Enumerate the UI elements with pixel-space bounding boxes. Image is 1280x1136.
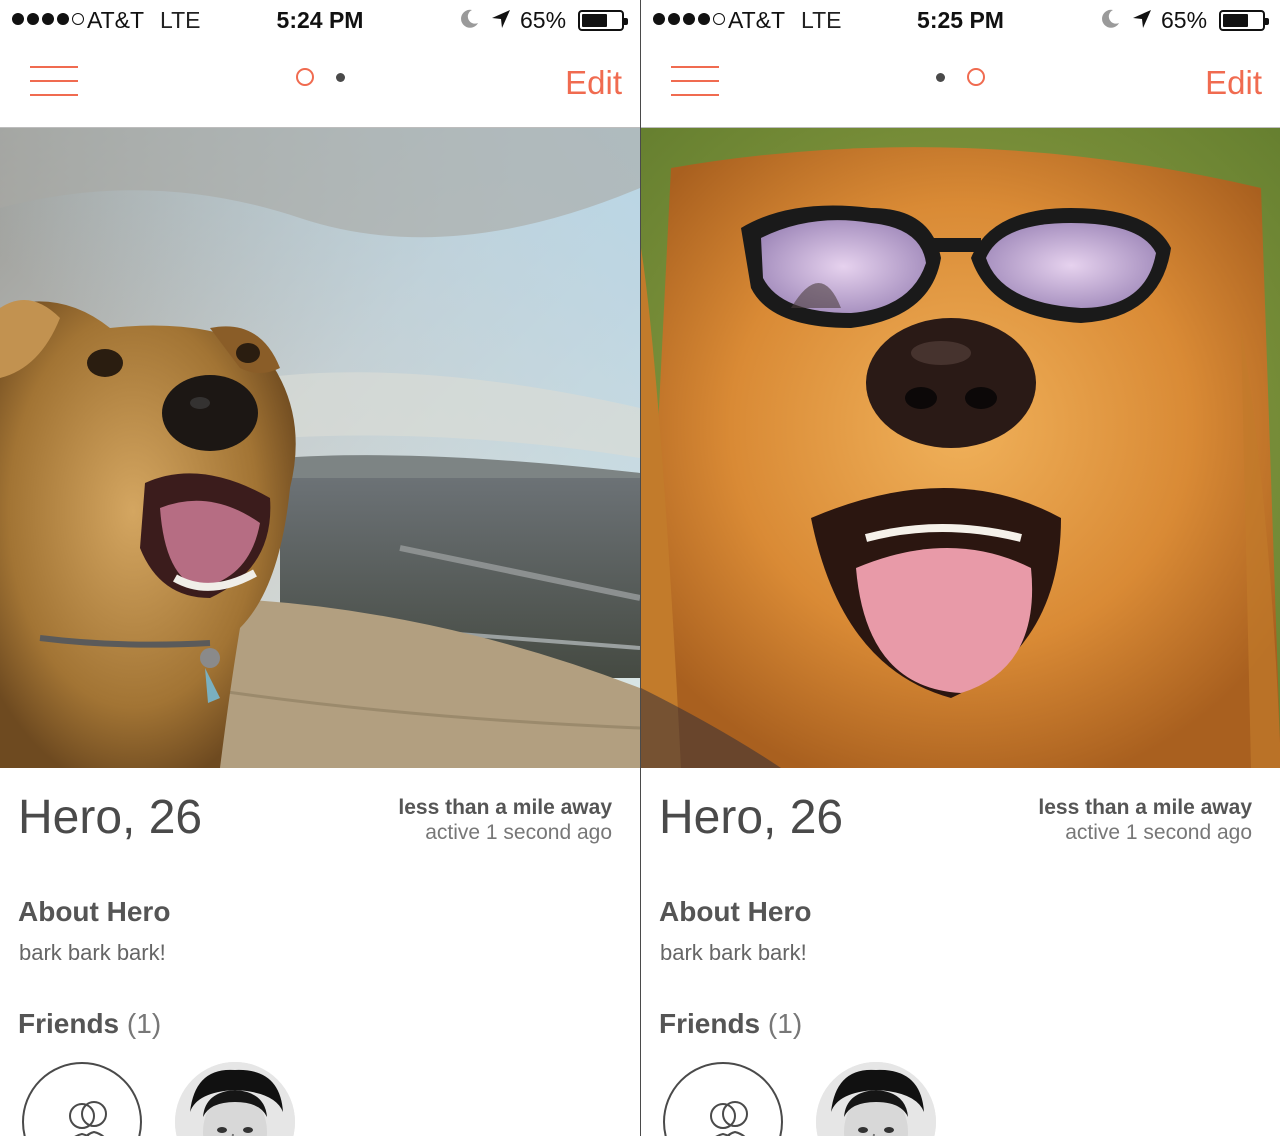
profile-name: Hero, — [659, 791, 777, 844]
friends-group-button[interactable] — [663, 1062, 783, 1136]
about-heading: About Hero — [18, 896, 171, 927]
battery-icon — [578, 10, 628, 31]
side-by-side-screenshots: AT&T LTE 5:24 PM 65% Edit Hero, 26 less … — [0, 0, 1280, 1136]
profile-screen-1: AT&T LTE 5:24 PM 65% Edit Hero, 26 less … — [0, 0, 640, 1136]
status-bar: AT&T LTE 5:25 PM 65% — [641, 0, 1280, 42]
profile-meta: less than a mile away active 1 second ag… — [398, 795, 612, 845]
about-text: bark bark bark! — [19, 940, 166, 965]
friends-count: (1) — [126, 1008, 162, 1039]
profile-age: 26 — [789, 791, 844, 844]
page-indicator-inactive — [335, 72, 345, 82]
about-heading: About Hero — [659, 896, 812, 927]
friends-count: (1) — [767, 1008, 803, 1039]
profile-photo[interactable] — [641, 128, 1280, 768]
battery-icon — [1219, 10, 1269, 31]
distance-label: less than a mile away — [398, 796, 612, 819]
do-not-disturb-moon-icon — [1102, 9, 1119, 28]
page-indicator-active — [295, 68, 314, 86]
friend-face-photo — [175, 1062, 295, 1136]
dog-with-sunglasses-photo — [641, 128, 1280, 768]
do-not-disturb-moon-icon — [461, 9, 478, 28]
friend-avatar[interactable] — [175, 1062, 295, 1136]
nav-bar: Edit — [0, 42, 640, 128]
friend-avatar[interactable] — [816, 1062, 936, 1136]
location-arrow-icon — [1133, 10, 1151, 28]
page-indicator-active — [967, 68, 985, 86]
profile-meta: less than a mile away active 1 second ag… — [1038, 795, 1252, 845]
edit-button[interactable]: Edit — [565, 64, 622, 102]
profile-photo[interactable] — [0, 128, 640, 768]
friend-face-photo — [816, 1062, 936, 1136]
profile-screen-2: AT&T LTE 5:25 PM 65% Edit Hero, 26 less … — [640, 0, 1280, 1136]
profile-age: 26 — [148, 791, 203, 844]
battery-percent: 65% — [520, 7, 567, 33]
dog-on-hilltop-photo — [0, 128, 640, 768]
last-active-label: active 1 second ago — [425, 821, 612, 844]
friends-title: Friends — [659, 1008, 761, 1039]
nav-bar: Edit — [641, 42, 1280, 128]
friends-title: Friends — [18, 1008, 120, 1039]
last-active-label: active 1 second ago — [1065, 821, 1252, 844]
people-icon — [710, 1101, 748, 1136]
battery-percent: 65% — [1161, 7, 1208, 33]
profile-name: Hero, — [18, 791, 136, 844]
profile-name-age: Hero, 26 — [18, 790, 202, 845]
edit-button[interactable]: Edit — [1205, 64, 1262, 102]
friends-heading: Friends (1) — [659, 1008, 802, 1040]
page-indicator-inactive — [936, 72, 945, 82]
distance-label: less than a mile away — [1038, 796, 1252, 819]
status-bar: AT&T LTE 5:24 PM 65% — [0, 0, 640, 42]
friends-group-button[interactable] — [22, 1062, 142, 1136]
profile-name-age: Hero, 26 — [659, 790, 843, 845]
photo-page-indicator — [641, 68, 1280, 86]
about-text: bark bark bark! — [660, 940, 807, 965]
people-icon — [69, 1101, 107, 1136]
location-arrow-icon — [492, 10, 510, 28]
photo-page-indicator — [0, 68, 640, 86]
friends-heading: Friends (1) — [18, 1008, 161, 1040]
